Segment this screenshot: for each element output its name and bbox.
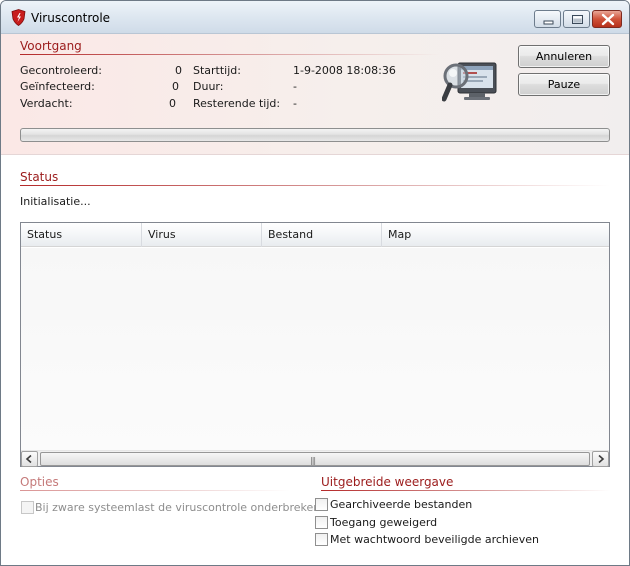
interrupt-on-load-label: Bij zware systeemlast de viruscontrole o… xyxy=(35,501,321,514)
chevron-left-icon xyxy=(25,454,32,464)
column-status[interactable]: Status xyxy=(21,223,142,247)
close-icon xyxy=(601,13,615,26)
status-heading: Status xyxy=(20,170,59,184)
extended-view-heading: Uitgebreide weergave xyxy=(321,475,454,489)
virus-scan-window: Viruscontrole Voortgang Gecontroleerd: 0… xyxy=(0,0,630,566)
scan-progress-bar xyxy=(20,128,610,142)
remaining-time-label: Resterende tijd: xyxy=(193,97,281,110)
duration-value: - xyxy=(293,80,297,93)
scroll-right-button[interactable] xyxy=(592,451,609,467)
maximize-icon xyxy=(572,15,583,24)
status-message: Initialisatie... xyxy=(20,195,91,208)
duration-label: Duur: xyxy=(193,80,224,93)
horizontal-scrollbar[interactable]: ||| xyxy=(21,450,609,467)
start-time-value: 1-9-2008 18:08:36 xyxy=(293,64,396,77)
shield-icon xyxy=(11,9,26,26)
results-list[interactable]: Status Virus Bestand Map ||| xyxy=(20,222,610,467)
password-archives-label: Met wachtwoord beveiligde archieven xyxy=(330,533,539,546)
minimize-icon xyxy=(543,20,554,25)
results-body xyxy=(21,248,609,450)
voortgang-divider xyxy=(20,54,440,55)
pause-button[interactable]: Pauze xyxy=(518,73,610,96)
column-map[interactable]: Map xyxy=(382,223,609,247)
infected-label: Geïnfecteerd: xyxy=(20,80,95,93)
voortgang-heading: Voortgang xyxy=(20,39,82,53)
close-button[interactable] xyxy=(592,10,622,28)
window-title: Viruscontrole xyxy=(31,11,111,25)
interrupt-on-load-checkbox[interactable] xyxy=(21,501,34,514)
suspicious-label: Verdacht: xyxy=(20,97,73,110)
infected-count: 0 xyxy=(172,80,179,93)
chevron-right-icon xyxy=(598,454,605,464)
suspicious-count: 0 xyxy=(169,97,176,110)
archived-files-checkbox[interactable] xyxy=(315,498,328,511)
minimize-button[interactable] xyxy=(534,10,561,28)
status-divider xyxy=(20,185,610,186)
column-virus[interactable]: Virus xyxy=(142,223,262,247)
password-archives-checkbox[interactable] xyxy=(315,533,328,546)
results-header: Status Virus Bestand Map xyxy=(21,223,609,247)
options-heading: Opties xyxy=(20,475,59,489)
checked-count: 0 xyxy=(175,64,182,77)
archived-files-label: Gearchiveerde bestanden xyxy=(330,498,473,511)
access-denied-label: Toegang geweigerd xyxy=(330,516,438,529)
start-time-label: Starttijd: xyxy=(193,64,241,77)
grip-icon: ||| xyxy=(310,456,316,465)
column-bestand[interactable]: Bestand xyxy=(262,223,382,247)
access-denied-checkbox[interactable] xyxy=(315,516,328,529)
checked-label: Gecontroleerd: xyxy=(20,64,102,77)
options-divider xyxy=(20,490,290,491)
maximize-button[interactable] xyxy=(563,10,590,28)
title-bar[interactable]: Viruscontrole xyxy=(1,1,629,34)
extended-view-divider xyxy=(321,490,610,491)
cancel-button[interactable]: Annuleren xyxy=(518,45,610,68)
scroll-left-button[interactable] xyxy=(21,451,38,467)
remaining-time-value: - xyxy=(293,97,297,110)
magnifier-monitor-icon xyxy=(441,59,498,105)
scroll-thumb[interactable]: ||| xyxy=(40,452,590,466)
